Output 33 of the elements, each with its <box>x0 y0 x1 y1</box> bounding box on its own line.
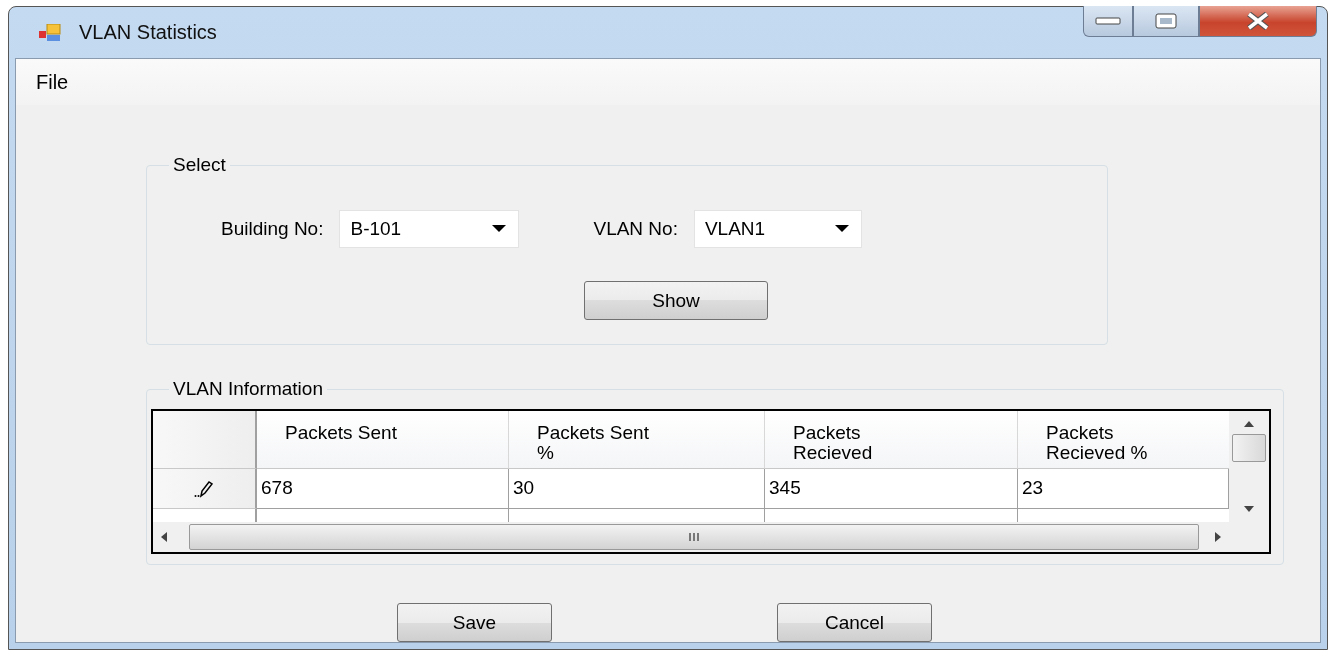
caret-icon <box>492 225 507 233</box>
scroll-up-icon[interactable] <box>1244 419 1254 429</box>
table-cell: 678 <box>257 469 509 509</box>
table-cell: 30 <box>509 469 765 509</box>
scroll-right-icon[interactable] <box>1213 532 1223 542</box>
horizontal-scrollbar[interactable] <box>153 522 1229 552</box>
minimize-icon <box>1095 17 1121 25</box>
close-button[interactable] <box>1199 6 1317 37</box>
save-button[interactable]: Save <box>397 603 552 642</box>
building-dropdown[interactable]: B-101 <box>339 210 520 248</box>
column-header[interactable]: Packets Sent % <box>509 411 765 469</box>
show-button[interactable]: Show <box>584 281 768 320</box>
window-title: VLAN Statistics <box>79 21 217 44</box>
cancel-button[interactable]: Cancel <box>777 603 932 642</box>
column-header[interactable]: Packets Sent <box>257 411 509 469</box>
maximize-button[interactable] <box>1133 6 1199 37</box>
vertical-scrollbar[interactable] <box>1229 411 1269 522</box>
column-header[interactable]: Packets Recieved <box>765 411 1018 469</box>
table-cell: 345 <box>765 469 1018 509</box>
grip-icon <box>688 532 700 542</box>
row-header[interactable] <box>153 469 257 509</box>
maximize-icon <box>1155 13 1177 29</box>
menu-item[interactable]: File <box>28 66 77 98</box>
scroll-down-icon[interactable] <box>1244 504 1254 514</box>
scroll-thumb[interactable] <box>1232 433 1266 462</box>
minimize-button[interactable] <box>1083 6 1133 37</box>
vlan-label: VLAN No: <box>593 218 678 240</box>
scroll-left-icon[interactable] <box>159 532 169 542</box>
vlan-dropdown[interactable]: VLAN1 <box>693 210 862 248</box>
caret-icon <box>834 225 849 233</box>
close-icon <box>1246 12 1270 30</box>
app-icon <box>39 23 61 42</box>
building-label: Building No: <box>221 218 324 240</box>
